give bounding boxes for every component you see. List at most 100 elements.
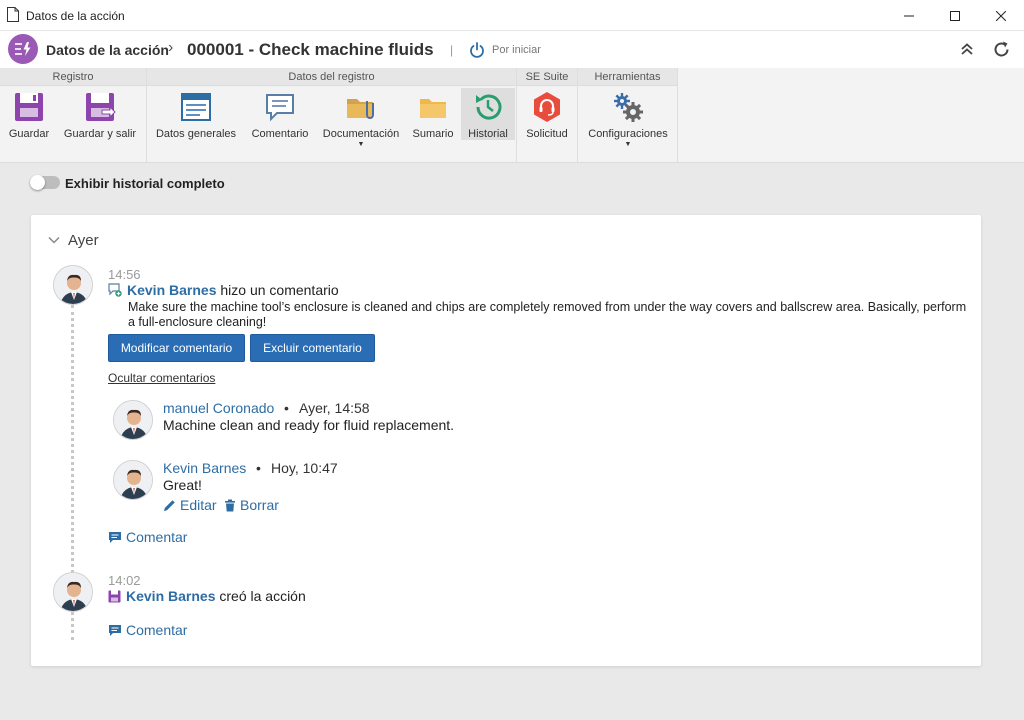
event-header: Kevin Barnes creó la acción — [108, 588, 306, 604]
comment-bubble-icon — [109, 531, 121, 543]
toggle-knob — [30, 175, 45, 190]
delete-reply-label: Borrar — [240, 497, 279, 513]
documentation-dropdown-caret: ▼ — [357, 141, 365, 148]
full-history-toggle-label: Exhibir historial completo — [65, 176, 225, 191]
minimize-icon — [904, 15, 914, 16]
record-header: Datos de la acción › 000001 - Check mach… — [0, 31, 1024, 68]
summary-button[interactable]: Sumario — [409, 88, 457, 140]
edit-reply-label: Editar — [180, 497, 217, 513]
ribbon-group-registro: Registro Guardar Guardar y salir — [0, 68, 147, 163]
reply-text: Machine clean and ready for fluid replac… — [163, 417, 455, 433]
settings-dropdown-caret: ▼ — [624, 141, 632, 148]
save-label: Guardar — [8, 128, 50, 140]
close-button[interactable] — [978, 0, 1024, 31]
summary-label: Sumario — [412, 128, 454, 140]
request-label: Solicitud — [526, 128, 568, 140]
reply-user-link[interactable]: manuel Coronado — [163, 400, 274, 416]
comment-bubble-icon — [109, 624, 121, 636]
event-user-link[interactable]: Kevin Barnes — [127, 282, 216, 298]
full-history-toggle[interactable] — [30, 175, 60, 190]
ribbon-group-label: Herramientas — [578, 68, 677, 86]
person-avatar-icon — [54, 573, 92, 611]
request-button[interactable]: Solicitud — [521, 88, 573, 140]
comment-label: Comentario — [251, 128, 309, 140]
breadcrumb-section[interactable]: Datos de la acción — [46, 42, 169, 58]
folder-attachment-icon — [347, 99, 374, 119]
ribbon-group-label: Registro — [0, 68, 146, 86]
refresh-icon[interactable] — [992, 40, 1011, 59]
reply-text: Great! — [163, 477, 202, 493]
general-data-label: Datos generales — [155, 128, 237, 140]
general-data-button[interactable]: Datos generales — [153, 88, 239, 140]
person-avatar-icon — [114, 461, 152, 499]
avatar — [53, 572, 93, 612]
edit-reply-link[interactable]: Editar — [163, 497, 217, 513]
event-header: Kevin Barnes hizo un comentario — [108, 282, 339, 298]
collapse-up-icon[interactable] — [960, 42, 974, 56]
reply-bullet: • — [256, 460, 261, 476]
headset-icon — [534, 92, 560, 122]
maximize-icon — [950, 10, 960, 21]
comment-body: Make sure the machine tool’s enclosure i… — [128, 300, 967, 329]
person-avatar-icon — [114, 401, 152, 439]
save-and-exit-button[interactable]: Guardar y salir — [60, 88, 140, 140]
add-comment-icon — [108, 283, 122, 297]
history-button[interactable]: Historial — [461, 88, 515, 140]
save-icon — [15, 93, 43, 121]
event-action-text: hizo un comentario — [220, 282, 339, 298]
add-comment-link[interactable]: Comentar — [108, 529, 187, 545]
avatar — [113, 400, 153, 440]
settings-button[interactable]: Configuraciones ▼ — [584, 88, 672, 152]
ribbon-toolbar: Registro Guardar Guardar y salir Datos d… — [0, 68, 1024, 163]
delete-reply-link[interactable]: Borrar — [224, 497, 279, 513]
maximize-button[interactable] — [932, 0, 978, 31]
reply-user-link[interactable]: Kevin Barnes — [163, 460, 246, 476]
avatar — [53, 265, 93, 305]
event-action-text: creó la acción — [219, 588, 306, 604]
folder-icon — [420, 99, 446, 118]
minimize-button[interactable] — [886, 0, 932, 31]
day-group-label[interactable]: Ayer — [68, 232, 99, 249]
action-logo-icon — [15, 42, 31, 56]
gears-icon — [614, 93, 643, 122]
ribbon-group-herramientas: Herramientas Configuraciones ▼ — [578, 68, 678, 163]
add-comment-link[interactable]: Comentar — [108, 622, 187, 638]
event-time: 14:56 — [108, 267, 141, 282]
settings-label: Configuraciones — [588, 128, 668, 140]
form-icon — [181, 93, 211, 121]
status-label: Por iniciar — [492, 44, 541, 56]
event-user-link[interactable]: Kevin Barnes — [126, 588, 215, 604]
save-exit-label: Guardar y salir — [63, 128, 137, 140]
ribbon-group-datos: Datos del registro Datos generales Comen… — [147, 68, 517, 163]
record-title: 000001 - Check machine fluids — [187, 40, 434, 59]
add-comment-label: Comentar — [126, 529, 188, 545]
reply-timestamp: Ayer, 14:58 — [299, 400, 370, 416]
chevron-down-icon[interactable] — [48, 235, 60, 245]
pencil-icon — [164, 499, 175, 511]
window-title: Datos de la acción — [26, 9, 125, 23]
event-time: 14:02 — [108, 573, 141, 588]
comment-button[interactable]: Comentario — [247, 88, 313, 140]
add-comment-label: Comentar — [126, 622, 188, 638]
person-avatar-icon — [54, 266, 92, 304]
ribbon-group-label: SE Suite — [517, 68, 577, 86]
save-small-icon — [108, 590, 121, 603]
ribbon-group-label: Datos del registro — [147, 68, 516, 86]
ribbon-group-se-suite: SE Suite Solicitud — [517, 68, 578, 163]
delete-comment-button[interactable]: Excluir comentario — [250, 334, 375, 362]
save-exit-icon — [86, 93, 116, 121]
power-icon — [470, 42, 484, 58]
app-logo — [8, 34, 38, 64]
close-icon — [996, 10, 1006, 21]
document-icon — [7, 7, 19, 22]
trash-icon — [225, 499, 235, 511]
hide-comments-link[interactable]: Ocultar comentarios — [108, 371, 215, 385]
documentation-label: Documentación — [322, 128, 400, 140]
reply-bullet: • — [284, 400, 289, 416]
header-divider: | — [450, 43, 454, 57]
save-button[interactable]: Guardar — [4, 88, 54, 140]
history-label: Historial — [468, 128, 508, 140]
breadcrumb-separator: › — [168, 39, 174, 56]
documentation-button[interactable]: Documentación ▼ — [319, 88, 403, 152]
modify-comment-button[interactable]: Modificar comentario — [108, 334, 245, 362]
